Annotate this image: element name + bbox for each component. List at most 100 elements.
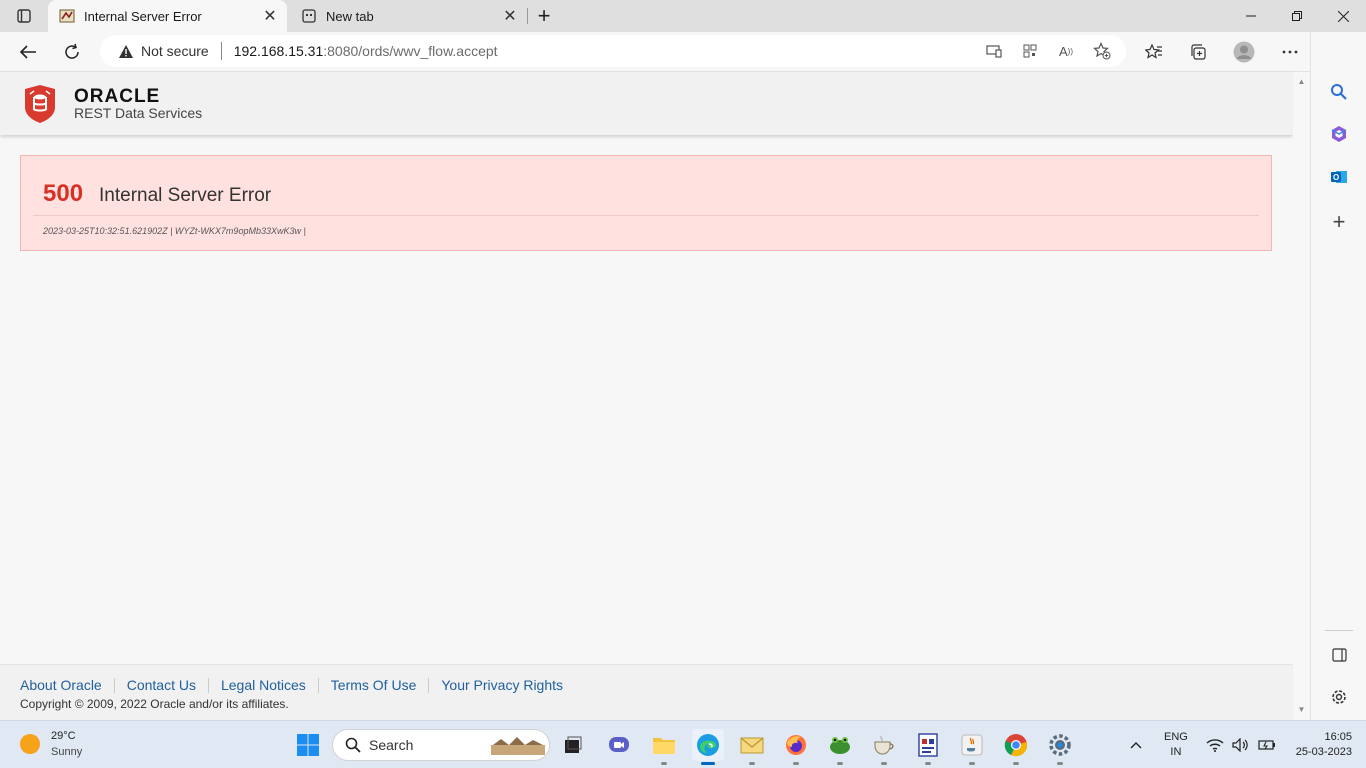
search-highlight-icon [491, 737, 545, 755]
region-code: IN [1170, 746, 1182, 758]
toad-app-button[interactable] [824, 729, 856, 765]
file-explorer-button[interactable] [648, 729, 680, 765]
page-scrollbar[interactable]: ▲ ▼ [1293, 72, 1310, 720]
quick-settings-button[interactable] [1206, 721, 1276, 768]
scroll-down-icon[interactable]: ▼ [1296, 704, 1307, 715]
edge-browser-button[interactable] [692, 729, 724, 765]
qr-code-icon[interactable] [1020, 41, 1040, 61]
settings-app-button[interactable] [1044, 729, 1076, 765]
footer-link-contact-us[interactable]: Contact Us [113, 678, 208, 693]
error-details: 2023-03-25T10:32:51.621902Z | WYZt-WKX7m… [43, 226, 306, 236]
copyright-text: Copyright © 2009, 2022 Oracle and/or its… [20, 697, 289, 711]
app-available-icon[interactable] [984, 41, 1004, 61]
start-button[interactable] [292, 729, 324, 761]
tab-internal-server-error[interactable]: Internal Server Error ✕ [48, 0, 287, 32]
error-code: 500 [43, 180, 84, 207]
tab-new-tab[interactable]: New tab ✕ [290, 0, 527, 32]
running-indicator [1013, 762, 1019, 765]
hide-sidebar-button[interactable] [1325, 641, 1353, 669]
footer-link-legal-notices[interactable]: Legal Notices [207, 678, 318, 693]
sidebar-search-button[interactable] [1325, 78, 1353, 106]
frog-icon [830, 737, 850, 754]
edge-icon [697, 734, 719, 756]
collections-button[interactable] [1182, 36, 1214, 68]
close-icon [1337, 10, 1349, 22]
tab-separator [527, 8, 528, 24]
footer-link-terms-of-use[interactable]: Terms Of Use [317, 678, 429, 693]
oracle-favicon-icon [59, 8, 75, 24]
chat-app-button[interactable] [603, 729, 635, 761]
minimize-button[interactable] [1228, 0, 1274, 32]
footer-links: About Oracle Contact Us Legal Notices Te… [20, 678, 575, 693]
close-window-button[interactable] [1320, 0, 1366, 32]
tab-close-icon[interactable]: ✕ [259, 5, 281, 27]
chevron-up-icon [1130, 742, 1142, 749]
mail-app-button[interactable] [736, 729, 768, 765]
folder-icon [653, 738, 675, 754]
teams-chat-icon [609, 737, 629, 752]
input-language-button[interactable]: ENG IN [1164, 721, 1188, 768]
running-indicator [925, 762, 931, 765]
weather-sun-icon[interactable] [20, 734, 40, 754]
new-tab-button[interactable]: + [532, 3, 556, 28]
product-name: REST Data Services [74, 105, 203, 121]
footer-link-privacy-rights[interactable]: Your Privacy Rights [428, 678, 575, 693]
teacup-icon [874, 735, 894, 755]
task-view-icon [565, 736, 582, 753]
search-icon [1331, 84, 1347, 100]
weather-description[interactable]: Sunny [51, 746, 82, 758]
not-secure-label[interactable]: Not secure [141, 43, 209, 59]
error-message: Internal Server Error [99, 185, 272, 206]
refresh-button[interactable] [56, 36, 88, 68]
firefox-icon [786, 735, 806, 755]
office-icon [1331, 126, 1347, 142]
taskbar-search[interactable]: Search [332, 729, 550, 761]
java-app-button[interactable] [956, 729, 988, 765]
add-favorite-icon[interactable] [1092, 41, 1112, 61]
report-app-button[interactable] [912, 729, 944, 765]
sidebar-settings-button[interactable] [1325, 683, 1353, 711]
back-arrow-icon [19, 45, 36, 59]
avatar-icon [1233, 41, 1255, 63]
scroll-up-icon[interactable]: ▲ [1296, 76, 1307, 87]
java-icon [961, 734, 983, 756]
page-content: ORACLE REST Data Services 500 Internal S… [0, 72, 1293, 720]
show-hidden-icons-button[interactable] [1130, 721, 1142, 768]
tab-close-icon[interactable]: ✕ [499, 5, 521, 27]
running-indicator [793, 762, 799, 765]
report-icon [918, 733, 938, 757]
running-indicator [1057, 762, 1063, 765]
envelope-icon [740, 737, 764, 754]
tab-title: Internal Server Error [84, 8, 202, 24]
footer-link-about-oracle[interactable]: About Oracle [20, 678, 114, 693]
collections-icon [1191, 44, 1206, 60]
chrome-button[interactable] [1000, 729, 1032, 765]
active-indicator [701, 762, 715, 765]
sidebar-office-button[interactable] [1325, 120, 1353, 148]
read-aloud-icon[interactable]: A)) [1056, 41, 1076, 61]
task-view-button[interactable] [557, 729, 589, 761]
tab-title: New tab [326, 8, 374, 24]
tab-actions-button[interactable] [8, 5, 40, 27]
error-panel: 500 Internal Server Error 2023-03-25T10:… [20, 155, 1272, 251]
clock-button[interactable]: 16:05 25-03-2023 [1286, 721, 1352, 768]
warning-icon[interactable] [117, 42, 135, 60]
favorites-button[interactable] [1138, 36, 1170, 68]
sql-app-button[interactable] [868, 729, 900, 765]
tab-strip: Internal Server Error ✕ New tab ✕ + [0, 0, 1366, 32]
restore-button[interactable] [1274, 0, 1320, 32]
sidebar-add-button[interactable]: + [1325, 208, 1353, 236]
sidebar-outlook-button[interactable]: O [1325, 163, 1353, 191]
settings-more-button[interactable] [1274, 36, 1306, 68]
running-indicator [969, 762, 975, 765]
running-indicator [837, 762, 843, 765]
edge-sidebar: O + [1310, 32, 1366, 720]
back-button[interactable] [12, 36, 44, 68]
address-bar[interactable]: Not secure 192.168.15.31:8080/ords/wwv_f… [100, 35, 1126, 67]
svg-text:O: O [1333, 173, 1339, 182]
battery-icon [1258, 740, 1275, 750]
profile-button[interactable] [1228, 36, 1260, 68]
weather-temperature[interactable]: 29°C [51, 730, 76, 742]
firefox-button[interactable] [780, 729, 812, 765]
running-indicator [749, 762, 755, 765]
